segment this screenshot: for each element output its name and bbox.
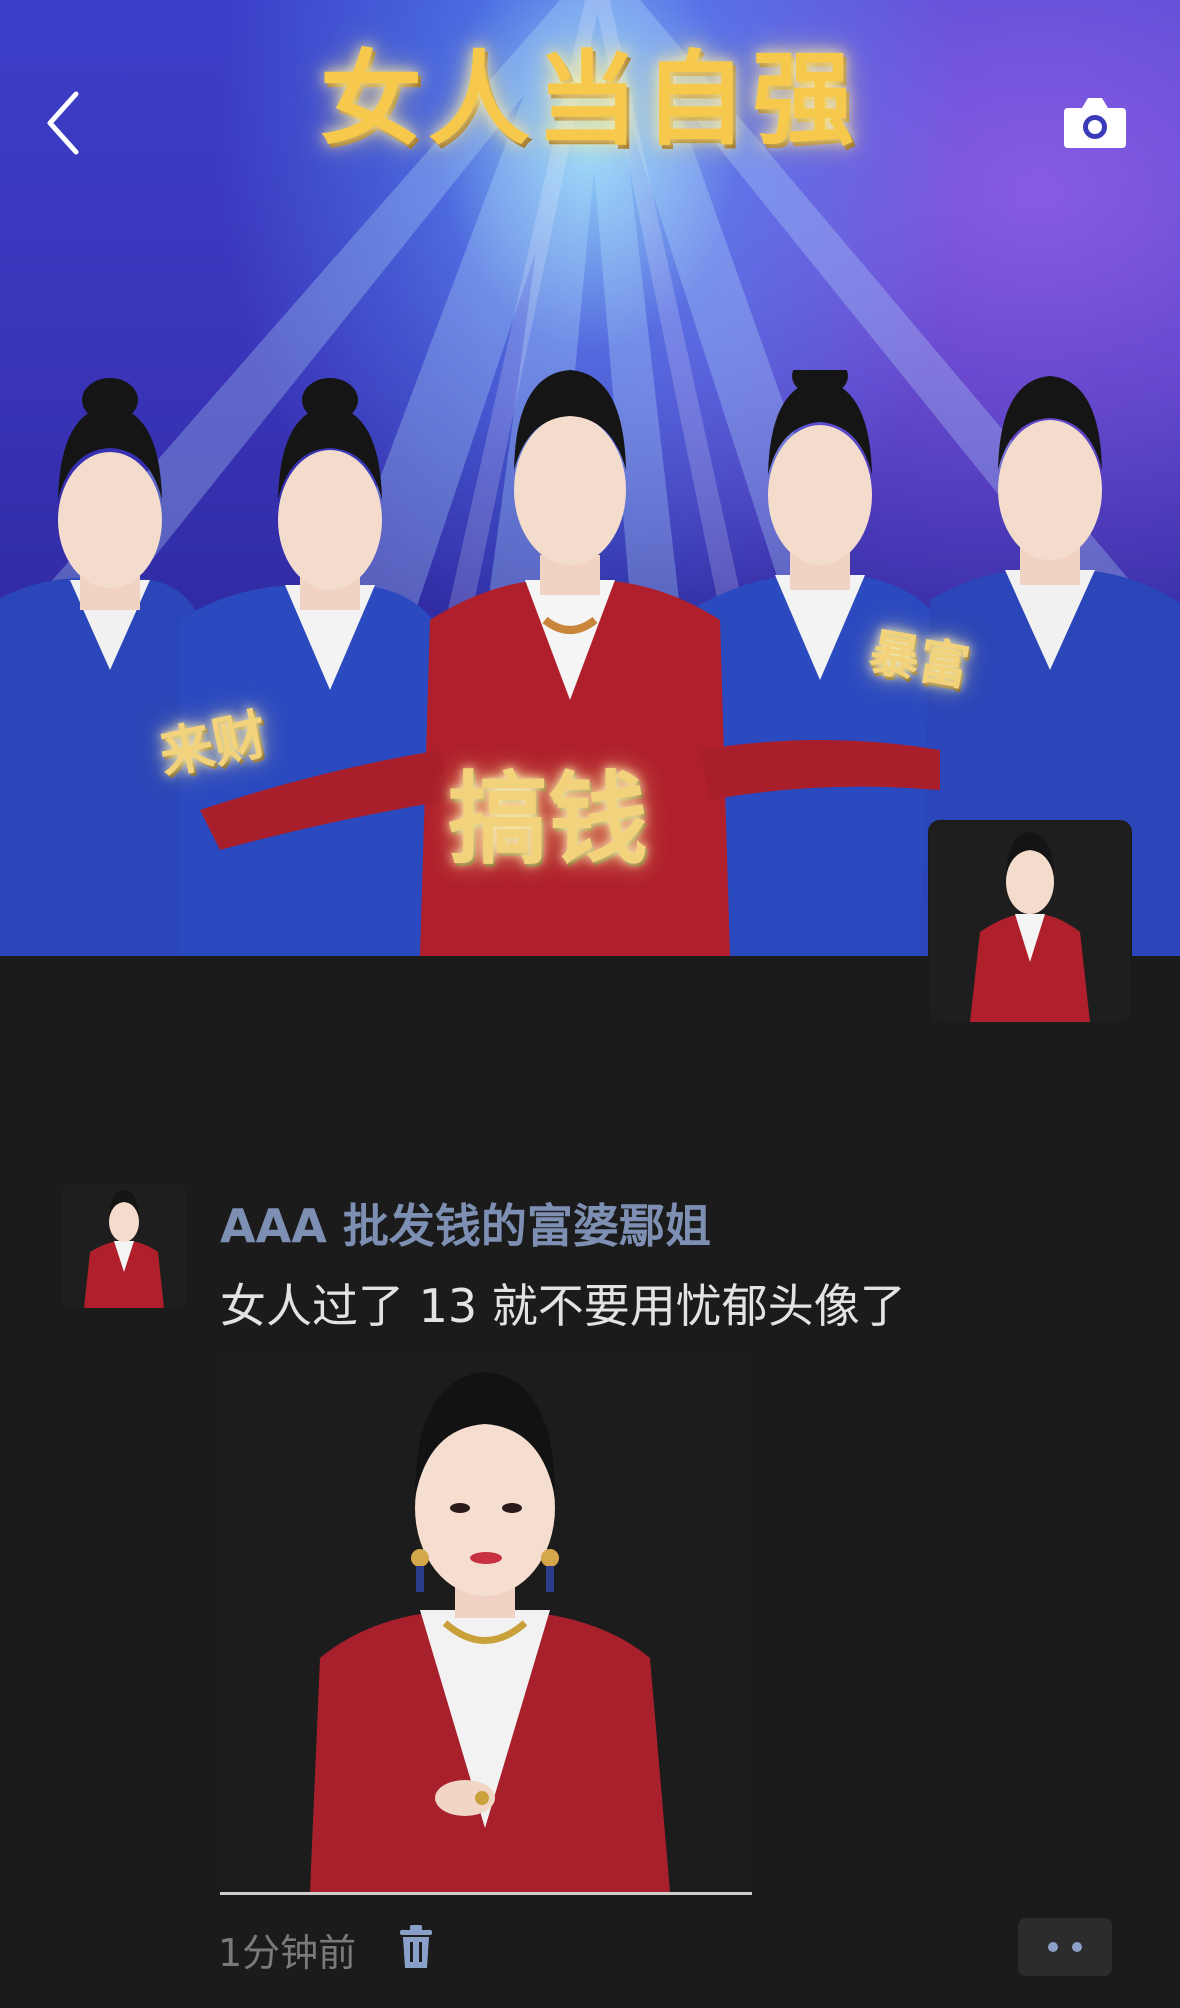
more-actions-button[interactable] bbox=[1018, 1918, 1112, 1976]
cover-image[interactable]: 女人当自强 来财 搞钱 暴富 bbox=[0, 0, 1180, 956]
post-username[interactable]: AAA 批发钱的富婆鄢姐 bbox=[220, 1190, 711, 1256]
post-avatar[interactable] bbox=[62, 1184, 186, 1308]
woman-blue-2 bbox=[180, 378, 440, 956]
post-timestamp: 1分钟前 bbox=[218, 1931, 357, 1975]
post-avatar-portrait bbox=[62, 1184, 186, 1308]
profile-avatar-portrait bbox=[930, 822, 1130, 1022]
more-dots-icon bbox=[1072, 1942, 1082, 1952]
profile-avatar[interactable] bbox=[930, 822, 1130, 1022]
sticker-gaoqian: 搞钱 bbox=[448, 761, 648, 878]
post-text: 女人过了 13 就不要用忧郁头像了 bbox=[220, 1279, 906, 1333]
more-dots-icon bbox=[1048, 1942, 1058, 1952]
camera-icon[interactable] bbox=[1062, 94, 1128, 150]
post-image-portrait bbox=[220, 1358, 752, 1892]
cover-title: 女人当自强 bbox=[320, 41, 860, 160]
back-icon[interactable] bbox=[40, 88, 90, 158]
trash-icon[interactable] bbox=[396, 1924, 436, 1970]
post-image[interactable] bbox=[220, 1358, 752, 1895]
woman-blue-1 bbox=[0, 378, 210, 956]
